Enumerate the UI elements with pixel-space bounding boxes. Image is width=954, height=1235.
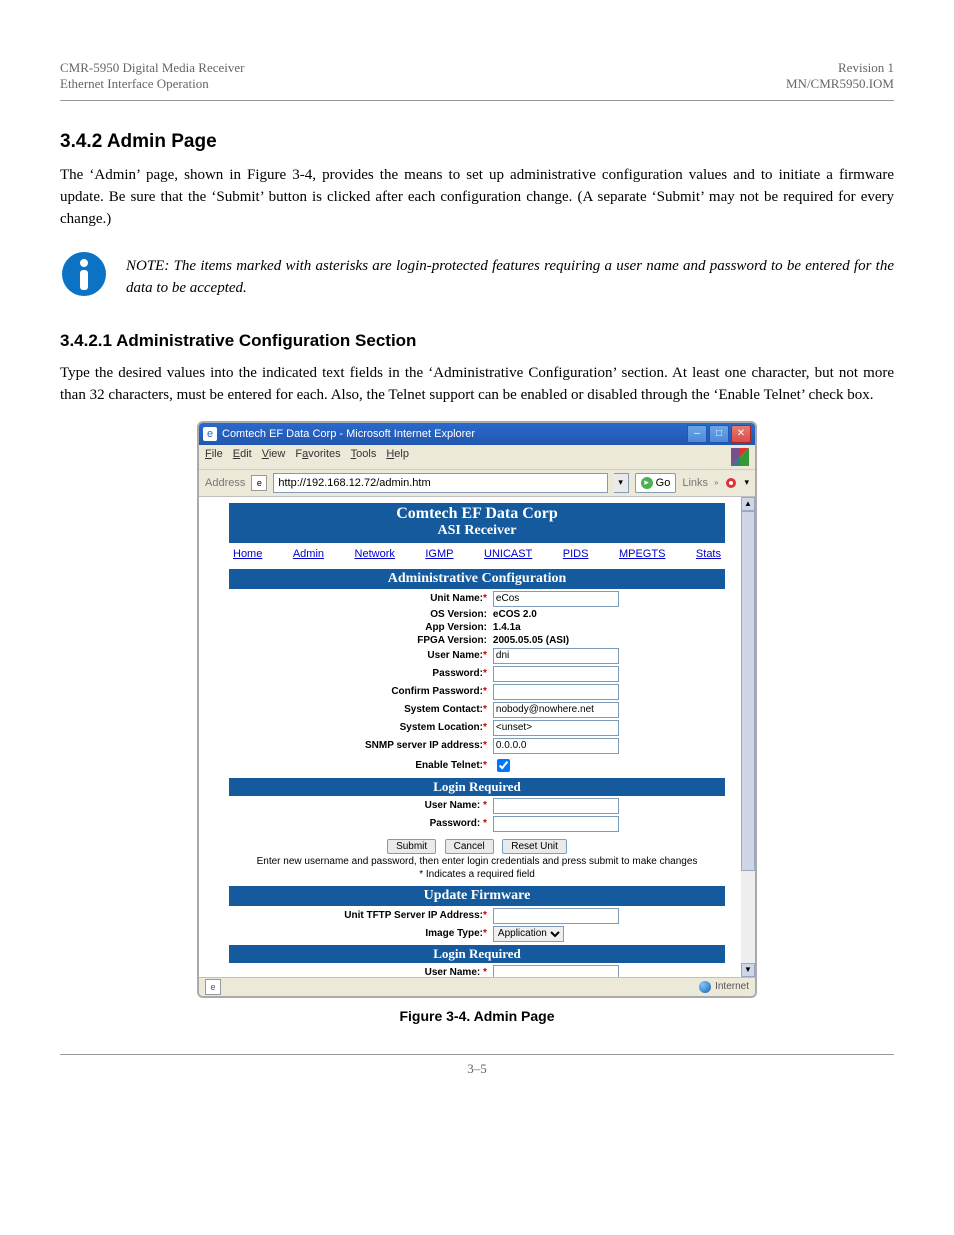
submit-button[interactable]: Submit	[387, 839, 436, 854]
divider	[60, 100, 894, 101]
enable-telnet-checkbox[interactable]	[497, 759, 510, 772]
login1-username-input[interactable]	[493, 798, 619, 814]
menu-help[interactable]: Help	[386, 448, 409, 466]
menu-favorites[interactable]: Favorites	[295, 448, 340, 466]
address-label: Address	[205, 477, 245, 489]
nav-network[interactable]: Network	[355, 548, 395, 560]
help-text: Enter new username and password, then en…	[229, 856, 725, 867]
nav-igmp[interactable]: IGMP	[425, 548, 453, 560]
reset-unit-button[interactable]: Reset Unit	[502, 839, 567, 854]
info-icon	[60, 250, 108, 303]
address-input[interactable]	[273, 473, 607, 493]
page-subtitle: ASI Receiver	[229, 523, 725, 539]
scroll-thumb[interactable]	[741, 511, 755, 871]
system-contact-input[interactable]	[493, 702, 619, 718]
image-type-select[interactable]: Application	[493, 926, 564, 942]
doc-header-right-1: Revision 1	[786, 60, 894, 76]
heading-admin-page: 3.4.2 Admin Page	[60, 131, 894, 153]
page-title: Comtech EF Data Corp	[229, 505, 725, 523]
screenshot-window: e Comtech EF Data Corp - Microsoft Inter…	[197, 421, 757, 998]
confirm-password-input[interactable]	[493, 684, 619, 700]
fpga-version-value: 2005.05.05 (ASI)	[493, 635, 569, 646]
gear-icon[interactable]	[724, 476, 738, 490]
minimize-button[interactable]: –	[687, 425, 707, 443]
page-number: 3–5	[60, 1054, 894, 1077]
figure-caption: Figure 3-4. Admin Page	[60, 1008, 894, 1024]
username-input[interactable]	[493, 648, 619, 664]
menu-view[interactable]: View	[262, 448, 286, 466]
address-dropdown[interactable]: ▾	[614, 473, 629, 493]
internet-zone-label: Internet	[715, 981, 749, 992]
snmp-ip-input[interactable]	[493, 738, 619, 754]
ie-icon: e	[203, 427, 217, 441]
tftp-ip-input[interactable]	[493, 908, 619, 924]
section-update-firmware: Update Firmware	[229, 886, 725, 906]
nav-unicast[interactable]: UNICAST	[484, 548, 532, 560]
unit-name-input[interactable]	[493, 591, 619, 607]
nav-stats[interactable]: Stats	[696, 548, 721, 560]
section-login-2: Login Required	[229, 945, 725, 963]
paragraph: Type the desired values into the indicat…	[60, 363, 894, 407]
doc-header-left-2: Ethernet Interface Operation	[60, 76, 245, 92]
login1-password-input[interactable]	[493, 816, 619, 832]
scroll-up-button[interactable]: ▲	[741, 497, 755, 511]
window-title: Comtech EF Data Corp - Microsoft Interne…	[222, 428, 475, 440]
ie-logo-icon	[731, 448, 749, 466]
section-login-1: Login Required	[229, 778, 725, 796]
statusbar-left-icon: e	[205, 979, 221, 995]
heading-admin-config: 3.4.2.1 Administrative Configuration Sec…	[60, 331, 894, 351]
note-text: NOTE: The items marked with asterisks ar…	[126, 250, 894, 300]
internet-zone-icon	[699, 981, 711, 993]
menu-file[interactable]: File	[205, 448, 223, 466]
vertical-scrollbar[interactable]: ▲ ▼	[741, 497, 755, 977]
required-note: * Indicates a required field	[229, 869, 725, 880]
maximize-button[interactable]: □	[709, 425, 729, 443]
close-button[interactable]: ✕	[731, 425, 751, 443]
login2-username-input[interactable]	[493, 965, 619, 977]
go-arrow-icon: ▸	[641, 477, 653, 489]
nav-mpegts[interactable]: MPEGTS	[619, 548, 665, 560]
doc-header-right-2: MN/CMR5950.IOM	[786, 76, 894, 92]
paragraph: The ‘Admin’ page, shown in Figure 3-4, p…	[60, 165, 894, 230]
section-admin-config: Administrative Configuration	[229, 569, 725, 589]
go-button[interactable]: ▸ Go	[635, 473, 677, 493]
menu-tools[interactable]: Tools	[351, 448, 377, 466]
menu-edit[interactable]: Edit	[233, 448, 252, 466]
nav-admin[interactable]: Admin	[293, 548, 324, 560]
password-input[interactable]	[493, 666, 619, 682]
links-label[interactable]: Links	[682, 477, 708, 489]
nav-pids[interactable]: PIDS	[563, 548, 589, 560]
doc-header-left-1: CMR-5950 Digital Media Receiver	[60, 60, 245, 76]
nav-home[interactable]: Home	[233, 548, 262, 560]
cancel-button[interactable]: Cancel	[445, 839, 494, 854]
scroll-down-button[interactable]: ▼	[741, 963, 755, 977]
app-version-value: 1.4.1a	[493, 622, 521, 633]
page-icon: e	[251, 475, 267, 491]
system-location-input[interactable]	[493, 720, 619, 736]
os-version-value: eCOS 2.0	[493, 609, 537, 620]
